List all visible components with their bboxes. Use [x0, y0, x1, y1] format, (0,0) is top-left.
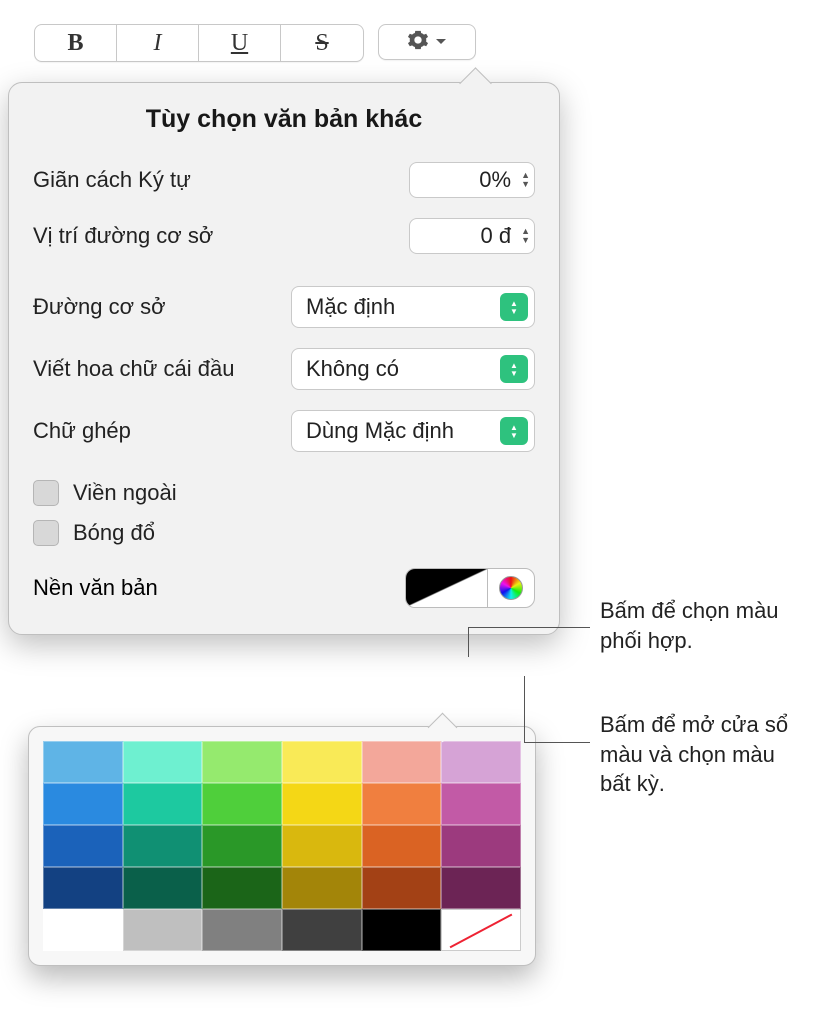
color-swatch[interactable] [441, 783, 521, 825]
color-swatch[interactable] [441, 741, 521, 783]
callout-swatch-text: Bấm để chọn màu phối hợp. [600, 596, 810, 655]
callout-line [524, 742, 590, 743]
select-caret-icon: ▲▼ [500, 355, 528, 383]
stepper-arrows-icon: ▲▼ [521, 171, 530, 189]
ligature-label: Chữ ghép [33, 418, 131, 444]
color-swatch[interactable] [202, 909, 282, 951]
color-swatch[interactable] [202, 825, 282, 867]
text-background-label: Nền văn bản [33, 575, 158, 601]
color-palette-popover [28, 726, 536, 966]
baseline-pos-stepper[interactable]: 0 đ ▲▼ [409, 218, 535, 254]
baseline-select[interactable]: Mặc định ▲▼ [291, 286, 535, 328]
color-swatch[interactable] [282, 741, 362, 783]
shadow-checkbox[interactable] [33, 520, 59, 546]
color-swatch[interactable] [441, 867, 521, 909]
outline-label: Viền ngoài [73, 480, 177, 506]
color-swatch[interactable] [362, 741, 442, 783]
char-spacing-value: 0% [479, 167, 511, 193]
strikethrough-button[interactable]: S [281, 25, 363, 61]
advanced-options-button[interactable] [378, 24, 476, 60]
advanced-text-popover: Tùy chọn văn bản khác Giãn cách Ký tự 0%… [8, 82, 560, 635]
bold-button[interactable]: B [35, 25, 117, 61]
color-swatch[interactable] [441, 825, 521, 867]
char-spacing-stepper[interactable]: 0% ▲▼ [409, 162, 535, 198]
text-bg-color-controls [405, 568, 535, 608]
capitalization-select-value: Không có [306, 356, 399, 382]
text-style-group: B I U S [34, 24, 364, 62]
color-swatch[interactable] [123, 867, 203, 909]
baseline-select-value: Mặc định [306, 294, 395, 320]
color-swatch[interactable] [441, 909, 521, 951]
color-swatch[interactable] [362, 825, 442, 867]
color-swatch[interactable] [123, 909, 203, 951]
color-swatch[interactable] [362, 909, 442, 951]
color-swatch[interactable] [123, 741, 203, 783]
format-toolbar: B I U S [34, 24, 476, 62]
color-swatch[interactable] [43, 909, 123, 951]
color-swatch[interactable] [362, 783, 442, 825]
baseline-pos-label: Vị trí đường cơ sở [33, 223, 213, 249]
stepper-arrows-icon: ▲▼ [521, 227, 530, 245]
char-spacing-label: Giãn cách Ký tự [33, 167, 191, 193]
color-swatch[interactable] [202, 867, 282, 909]
callout-wheel-text: Bấm để mở cửa sổ màu và chọn màu bất kỳ. [600, 710, 810, 799]
color-swatch[interactable] [282, 909, 362, 951]
popover-title: Tùy chọn văn bản khác [33, 105, 535, 134]
color-swatch[interactable] [202, 741, 282, 783]
swatch-grid [43, 741, 521, 951]
callout-line [524, 676, 525, 742]
ligature-select-value: Dùng Mặc định [306, 418, 454, 444]
color-swatch[interactable] [43, 741, 123, 783]
color-swatch[interactable] [43, 825, 123, 867]
color-swatch-button[interactable] [406, 569, 488, 607]
select-caret-icon: ▲▼ [500, 417, 528, 445]
callout-line [468, 627, 590, 628]
color-swatch[interactable] [282, 825, 362, 867]
baseline-label: Đường cơ sở [33, 294, 166, 320]
callout-line [468, 627, 469, 657]
capitalization-select[interactable]: Không có ▲▼ [291, 348, 535, 390]
outline-checkbox[interactable] [33, 480, 59, 506]
capitalization-label: Viết hoa chữ cái đầu [33, 356, 234, 382]
select-caret-icon: ▲▼ [500, 293, 528, 321]
color-swatch[interactable] [123, 825, 203, 867]
color-swatch[interactable] [362, 867, 442, 909]
baseline-pos-value: 0 đ [480, 223, 511, 249]
color-swatch[interactable] [43, 867, 123, 909]
ligature-select[interactable]: Dùng Mặc định ▲▼ [291, 410, 535, 452]
color-wheel-button[interactable] [488, 569, 534, 607]
italic-button[interactable]: I [117, 25, 199, 61]
color-swatch[interactable] [123, 783, 203, 825]
color-swatch[interactable] [282, 867, 362, 909]
gear-icon [407, 29, 429, 56]
chevron-down-icon [435, 33, 447, 51]
color-swatch[interactable] [282, 783, 362, 825]
underline-button[interactable]: U [199, 25, 281, 61]
shadow-label: Bóng đổ [73, 520, 155, 546]
color-swatch[interactable] [202, 783, 282, 825]
color-wheel-icon [499, 576, 523, 600]
color-swatch[interactable] [43, 783, 123, 825]
